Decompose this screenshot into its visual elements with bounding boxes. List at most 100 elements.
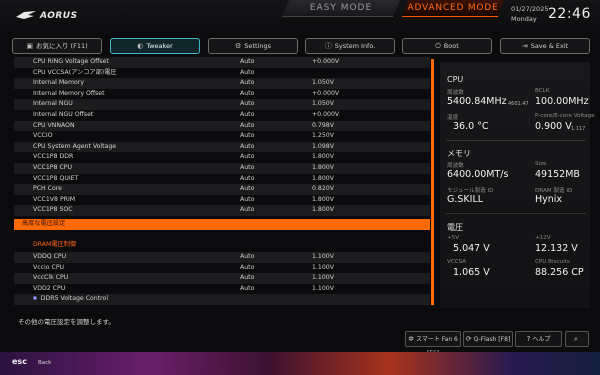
setting-value[interactable]: Auto (240, 284, 254, 295)
setting-voltage: 1.800V (312, 153, 334, 161)
day-display: Monday (511, 15, 537, 23)
setting-row[interactable]: CPU VNNAON Auto 0.798V (14, 120, 430, 132)
setting-name: VDDQ CPU (33, 253, 67, 260)
help-hint-text: その他の電圧設定を調整します。 (18, 318, 115, 326)
setting-value[interactable]: Auto (240, 131, 254, 142)
setting-name: VCC1P8 QUIET (33, 174, 79, 182)
setting-name: CPU VNNAON (33, 121, 75, 129)
setting-value[interactable]: Auto (240, 273, 254, 284)
esc-key-label[interactable]: esc (12, 357, 27, 366)
setting-value[interactable]: Auto (240, 252, 254, 263)
setting-row[interactable]: Internal NGU Offset Auto +0.000V (14, 110, 430, 121)
dram-voltage-section-header: DRAM電圧制御 (14, 240, 430, 251)
setting-value[interactable]: Auto (240, 68, 254, 79)
setting-name: VCC1V8 PRIM (33, 195, 76, 203)
setting-value[interactable]: Auto (240, 263, 254, 274)
cpu-temp-value: 36.0 °C (453, 121, 489, 132)
setting-row[interactable]: CPU VCCSA(アンコア部)電圧 Auto (14, 68, 430, 79)
tab-system-info[interactable]: ⓘ System Info. (305, 38, 395, 54)
tab-boot[interactable]: ⏻ Boot (402, 38, 492, 54)
setting-value[interactable]: Auto (240, 174, 254, 185)
advanced-voltage-settings-item[interactable]: 高度な電圧設定 (14, 219, 430, 230)
setting-value[interactable]: Auto (240, 152, 254, 163)
qflash-button[interactable]: ⟳ Q-Flash [F8] (463, 331, 513, 347)
setting-row[interactable]: PCH Core Auto 0.820V (14, 184, 430, 195)
setting-name: VCC1P8 CPU (33, 164, 73, 171)
vcore-label: P-core/E-core Voltage (535, 113, 595, 119)
setting-value[interactable]: Auto (240, 57, 254, 68)
mem-freq-value: 6400.00MT/s (447, 169, 509, 180)
smart-fan-button[interactable]: ✲スマート Fan 6 [F6] (405, 331, 461, 357)
setting-value[interactable]: Auto (240, 99, 254, 110)
tab-favorites[interactable]: ▣ お気に入り (F11) (12, 38, 102, 54)
setting-row[interactable]: VCC1P8 SOC Auto 1.800V (14, 205, 430, 216)
brand-name: AORUS (40, 11, 78, 21)
setting-row[interactable]: VCC1P8 DDR Auto 1.800V (14, 152, 430, 163)
settings-scrollbar[interactable] (431, 59, 434, 306)
setting-row[interactable]: VCC1V8 PRIM Auto 1.800V (14, 195, 430, 206)
scrollbar-thumb[interactable] (431, 59, 434, 305)
module-vendor-label: モジュール製造 ID (447, 188, 494, 194)
setting-value[interactable]: Auto (240, 121, 254, 132)
flash-icon: ⟳ (465, 335, 472, 343)
top-bar: AORUS EASY MODE ADVANCED MODE 01/27/2025… (0, 0, 600, 35)
exit-icon: ⇥ (521, 42, 528, 50)
setting-name: Internal Memory Offset (33, 89, 105, 97)
tab-settings[interactable]: ⚙ Settings (208, 38, 298, 54)
dram-vendor-value: Hynix (535, 194, 563, 205)
setting-row[interactable]: CPU RING Voltage Offset Auto +0.000V (14, 57, 430, 68)
module-vendor-value: G.SKILL (447, 194, 484, 205)
setting-row[interactable]: VCC1P8 QUIET Auto 1.800V (14, 174, 430, 185)
cpu-biscuits-label: CPU Biscuits (535, 259, 570, 265)
setting-voltage: 1.050V (312, 79, 334, 87)
ddr5-voltage-control-item[interactable]: DDR5 Voltage Control (14, 294, 430, 305)
setting-row[interactable]: Internal Memory Offset Auto +0.000V (14, 89, 430, 100)
setting-name: VCC1P8 SOC (33, 206, 73, 214)
setting-row[interactable]: Internal NGU Auto 1.050V (14, 99, 430, 110)
mem-size-value: 49152MB (535, 169, 580, 180)
setting-voltage: 1.100V (312, 284, 334, 292)
help-button[interactable]: ? ヘルプ (515, 331, 562, 347)
tab-tweaker[interactable]: ◐ Tweaker (110, 38, 200, 54)
setting-value[interactable]: Auto (240, 142, 254, 153)
setting-name: Vccio CPU (33, 263, 65, 271)
setting-value[interactable]: Auto (240, 78, 254, 89)
setting-row[interactable]: VCCIO Auto 1.250V (14, 131, 430, 142)
setting-voltage: 1.050V (312, 100, 334, 108)
setting-voltage: 1.100V (312, 263, 334, 271)
memory-section-title: メモリ (447, 149, 471, 158)
setting-row[interactable]: VccClk CPU Auto 1.100V (14, 273, 430, 284)
setting-voltage: +0.000V (312, 89, 340, 97)
easy-mode-tab[interactable]: EASY MODE (282, 0, 400, 17)
tab-label: Boot (443, 42, 459, 50)
setting-value[interactable]: Auto (240, 205, 254, 216)
advanced-mode-tab[interactable]: ADVANCED MODE (402, 0, 504, 17)
setting-row[interactable]: VCC1P8 CPU Auto 1.800V (14, 163, 430, 174)
info-icon: ⓘ (324, 42, 332, 50)
setting-value[interactable]: Auto (240, 184, 254, 195)
vccsa-value: 1.065 V (453, 267, 490, 278)
settings-list: CPU RING Voltage Offset Auto +0.000V CPU V… (14, 57, 430, 309)
search-button[interactable]: ⌕ (565, 331, 589, 347)
bclk-value: 100.00MHz (535, 96, 589, 107)
fan-icon: ✲ (408, 335, 415, 343)
setting-name: Internal Memory (33, 79, 84, 87)
date-display: 01/27/2025 (511, 5, 549, 13)
setting-row[interactable]: VDDQ CPU Auto 1.100V (14, 252, 430, 263)
setting-row[interactable]: Vccio CPU Auto 1.100V (14, 263, 430, 274)
tab-save-exit[interactable]: ⇥ Save & Exit (500, 38, 590, 54)
setting-row[interactable]: CPU System Agent Voltage Auto 1.098V (14, 141, 430, 153)
setting-name: Internal NGU (33, 100, 73, 108)
setting-name: CPU RING Voltage Offset (33, 58, 109, 65)
setting-row[interactable]: VDD2 CPU Auto 1.100V (14, 284, 430, 295)
search-icon: ⌕ (574, 335, 578, 343)
setting-row[interactable]: Internal Memory Auto 1.050V (14, 78, 430, 89)
setting-value[interactable]: Auto (240, 195, 254, 206)
setting-voltage: 1.100V (312, 253, 334, 260)
back-label[interactable]: Back (38, 360, 51, 366)
setting-value[interactable]: Auto (240, 110, 254, 121)
setting-value[interactable]: Auto (240, 89, 254, 100)
vcore-value: 0.900 V (535, 121, 572, 132)
setting-value[interactable]: Auto (240, 163, 254, 174)
tab-label: Settings (244, 42, 271, 50)
